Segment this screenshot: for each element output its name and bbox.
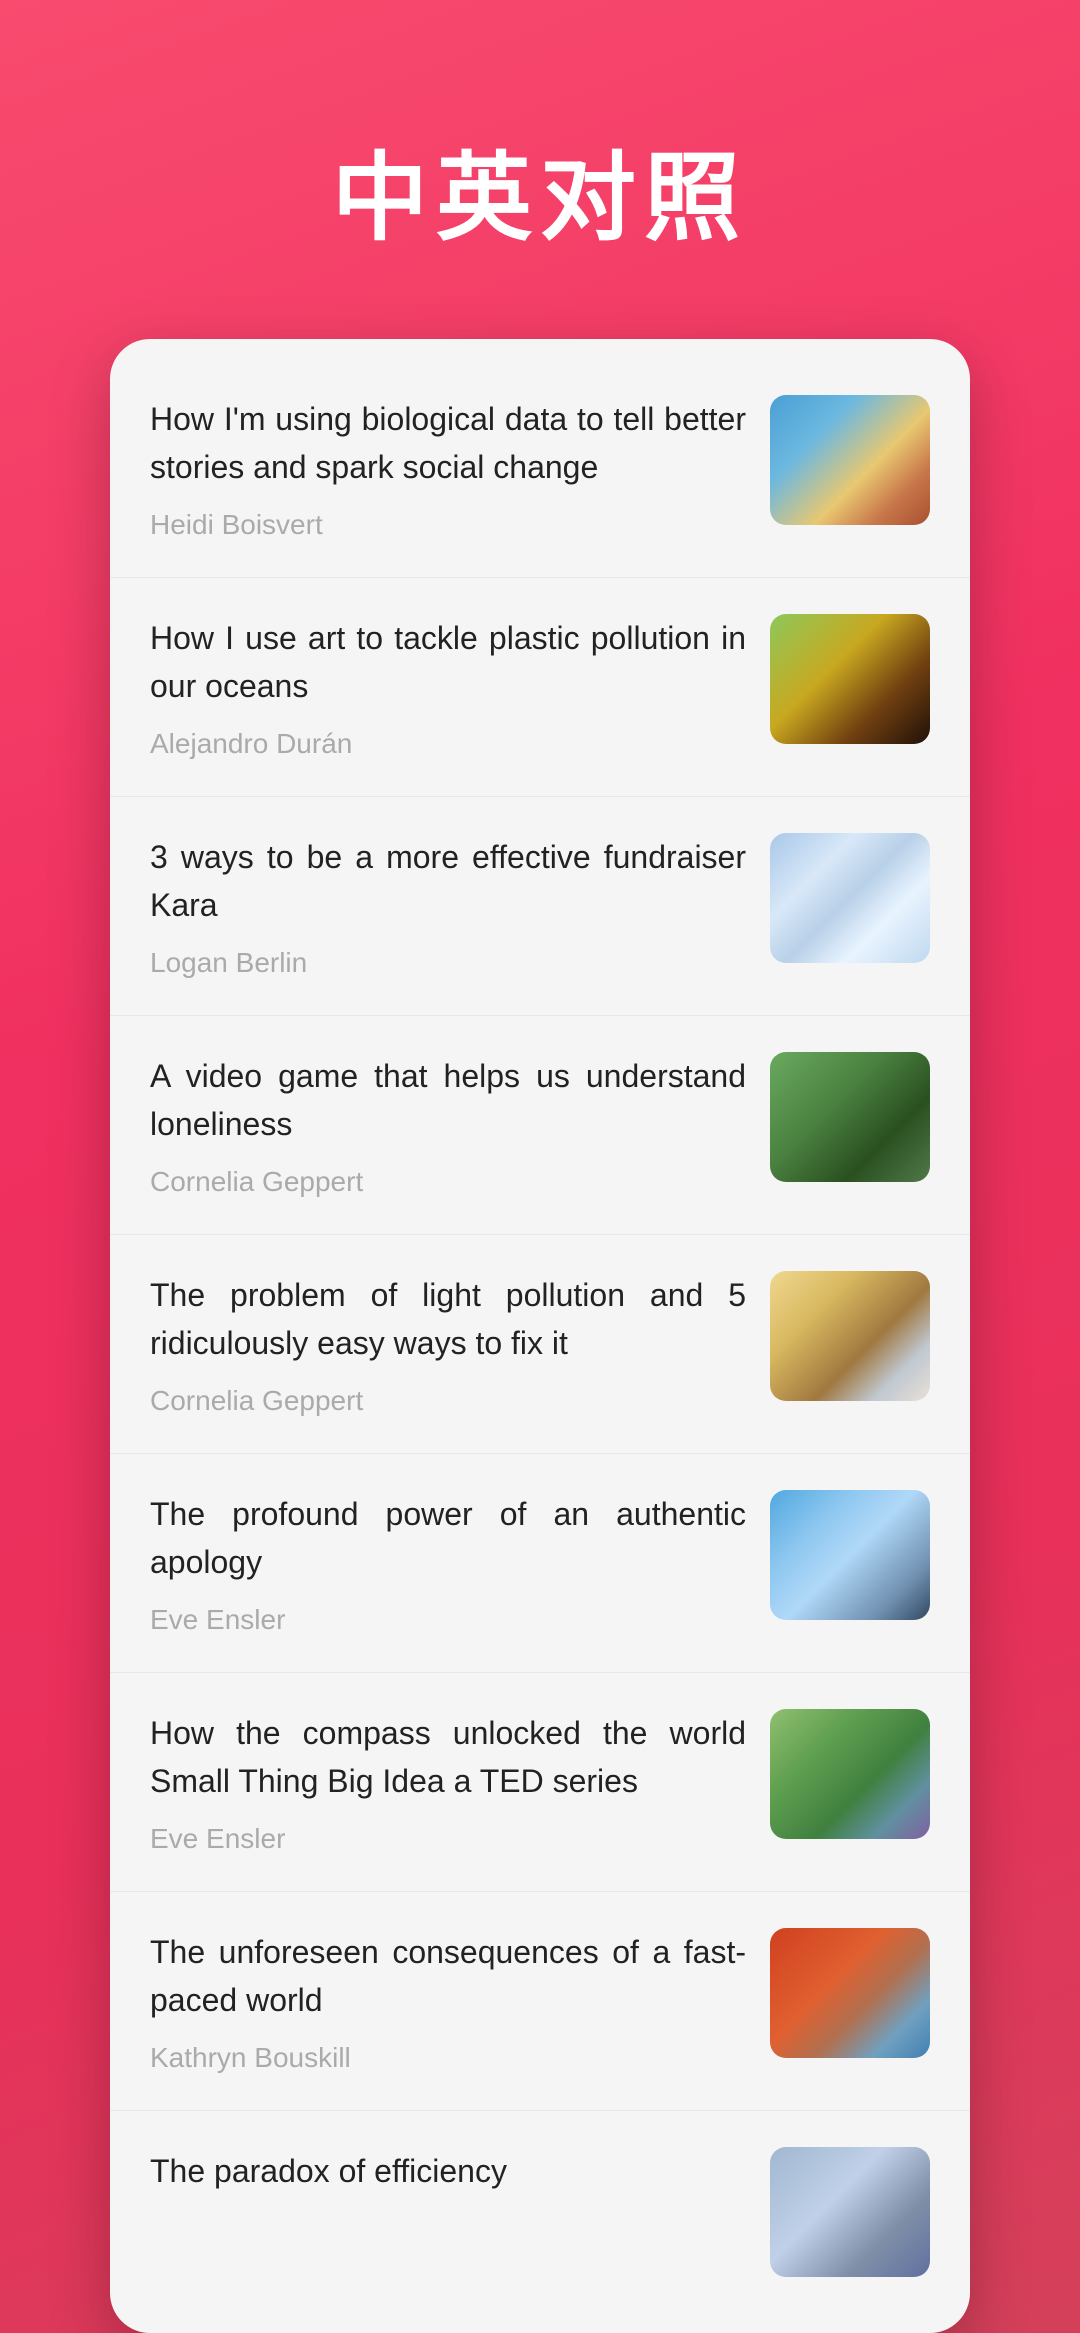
item-text: The unforeseen consequences of a fast-pa… bbox=[150, 1928, 746, 2074]
list-item[interactable]: The problem of light pollution and 5 rid… bbox=[110, 1235, 970, 1454]
item-text: How the compass unlocked the world Small… bbox=[150, 1709, 746, 1855]
item-thumbnail bbox=[770, 1052, 930, 1182]
list-item[interactable]: The profound power of an authentic apolo… bbox=[110, 1454, 970, 1673]
item-text: A video game that helps us understand lo… bbox=[150, 1052, 746, 1198]
item-text: The profound power of an authentic apolo… bbox=[150, 1490, 746, 1636]
item-author: Cornelia Geppert bbox=[150, 1166, 746, 1198]
content-card: How I'm using biological data to tell be… bbox=[110, 339, 970, 2333]
item-text: The paradox of efficiency bbox=[150, 2147, 746, 2213]
item-author: Kathryn Bouskill bbox=[150, 2042, 746, 2074]
item-title: The unforeseen consequences of a fast-pa… bbox=[150, 1928, 746, 2024]
item-title: 3 ways to be a more effective fundraiser… bbox=[150, 833, 746, 929]
list-item[interactable]: A video game that helps us understand lo… bbox=[110, 1016, 970, 1235]
list-item[interactable]: 3 ways to be a more effective fundraiser… bbox=[110, 797, 970, 1016]
list-item[interactable]: How I use art to tackle plastic pollutio… bbox=[110, 578, 970, 797]
item-author: Alejandro Durán bbox=[150, 728, 746, 760]
list-item[interactable]: The paradox of efficiency bbox=[110, 2111, 970, 2313]
item-thumbnail bbox=[770, 1709, 930, 1839]
item-title: The paradox of efficiency bbox=[150, 2147, 746, 2195]
item-thumbnail bbox=[770, 1271, 930, 1401]
item-author: Heidi Boisvert bbox=[150, 509, 746, 541]
item-thumbnail bbox=[770, 1490, 930, 1620]
item-text: 3 ways to be a more effective fundraiser… bbox=[150, 833, 746, 979]
item-title: The problem of light pollution and 5 rid… bbox=[150, 1271, 746, 1367]
page-title: 中英对照 bbox=[332, 120, 748, 259]
item-title: How I use art to tackle plastic pollutio… bbox=[150, 614, 746, 710]
item-thumbnail bbox=[770, 614, 930, 744]
item-thumbnail bbox=[770, 833, 930, 963]
item-author: Eve Ensler bbox=[150, 1604, 746, 1636]
item-title: How the compass unlocked the world Small… bbox=[150, 1709, 746, 1805]
item-text: The problem of light pollution and 5 rid… bbox=[150, 1271, 746, 1417]
item-thumbnail bbox=[770, 1928, 930, 2058]
item-author: Cornelia Geppert bbox=[150, 1385, 746, 1417]
list-item[interactable]: How the compass unlocked the world Small… bbox=[110, 1673, 970, 1892]
list-item[interactable]: The unforeseen consequences of a fast-pa… bbox=[110, 1892, 970, 2111]
item-author: Logan Berlin bbox=[150, 947, 746, 979]
item-title: The profound power of an authentic apolo… bbox=[150, 1490, 746, 1586]
item-author: Eve Ensler bbox=[150, 1823, 746, 1855]
item-text: How I use art to tackle plastic pollutio… bbox=[150, 614, 746, 760]
item-thumbnail bbox=[770, 395, 930, 525]
list-item[interactable]: How I'm using biological data to tell be… bbox=[110, 359, 970, 578]
item-title: How I'm using biological data to tell be… bbox=[150, 395, 746, 491]
item-thumbnail bbox=[770, 2147, 930, 2277]
item-text: How I'm using biological data to tell be… bbox=[150, 395, 746, 541]
item-title: A video game that helps us understand lo… bbox=[150, 1052, 746, 1148]
